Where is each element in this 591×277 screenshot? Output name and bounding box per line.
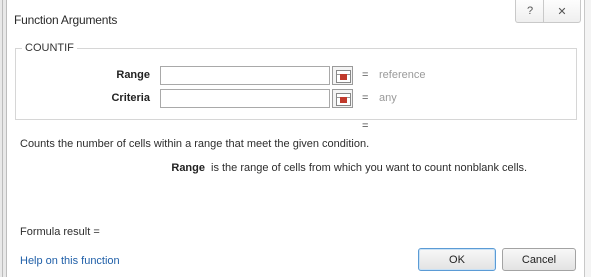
- current-argument-name: Range: [171, 162, 205, 174]
- function-result-equals: =: [362, 120, 369, 132]
- criteria-evaluated: any: [379, 92, 397, 104]
- criteria-equals: =: [362, 92, 369, 104]
- function-name: COUNTIF: [22, 42, 77, 54]
- range-input[interactable]: [160, 66, 330, 85]
- ok-button[interactable]: OK: [418, 248, 496, 271]
- window-frame-right: [584, 0, 591, 277]
- criteria-input[interactable]: [160, 89, 330, 108]
- criteria-label: Criteria: [111, 92, 150, 104]
- close-icon: ✕: [557, 5, 567, 18]
- help-on-function-link[interactable]: Help on this function: [20, 255, 120, 267]
- red-arrow-icon: [340, 74, 347, 80]
- current-argument-description: is the range of cells from which you wan…: [211, 162, 528, 174]
- window-frame-left: [0, 0, 7, 277]
- criteria-collapse-button[interactable]: [332, 89, 353, 108]
- function-description: Counts the number of cells within a rang…: [20, 138, 370, 150]
- range-evaluated: reference: [379, 69, 426, 81]
- close-button[interactable]: ✕: [543, 0, 581, 23]
- dialog-title: Function Arguments: [14, 13, 118, 27]
- range-collapse-button[interactable]: [332, 66, 353, 85]
- range-equals: =: [362, 69, 369, 81]
- title-bar: Function Arguments ? ✕: [7, 0, 584, 33]
- formula-result: Formula result =: [20, 226, 100, 238]
- cancel-button[interactable]: Cancel: [502, 248, 576, 271]
- range-label: Range: [116, 69, 150, 81]
- help-button[interactable]: ?: [515, 0, 545, 23]
- red-arrow-icon: [340, 97, 347, 103]
- question-icon: ?: [526, 5, 534, 17]
